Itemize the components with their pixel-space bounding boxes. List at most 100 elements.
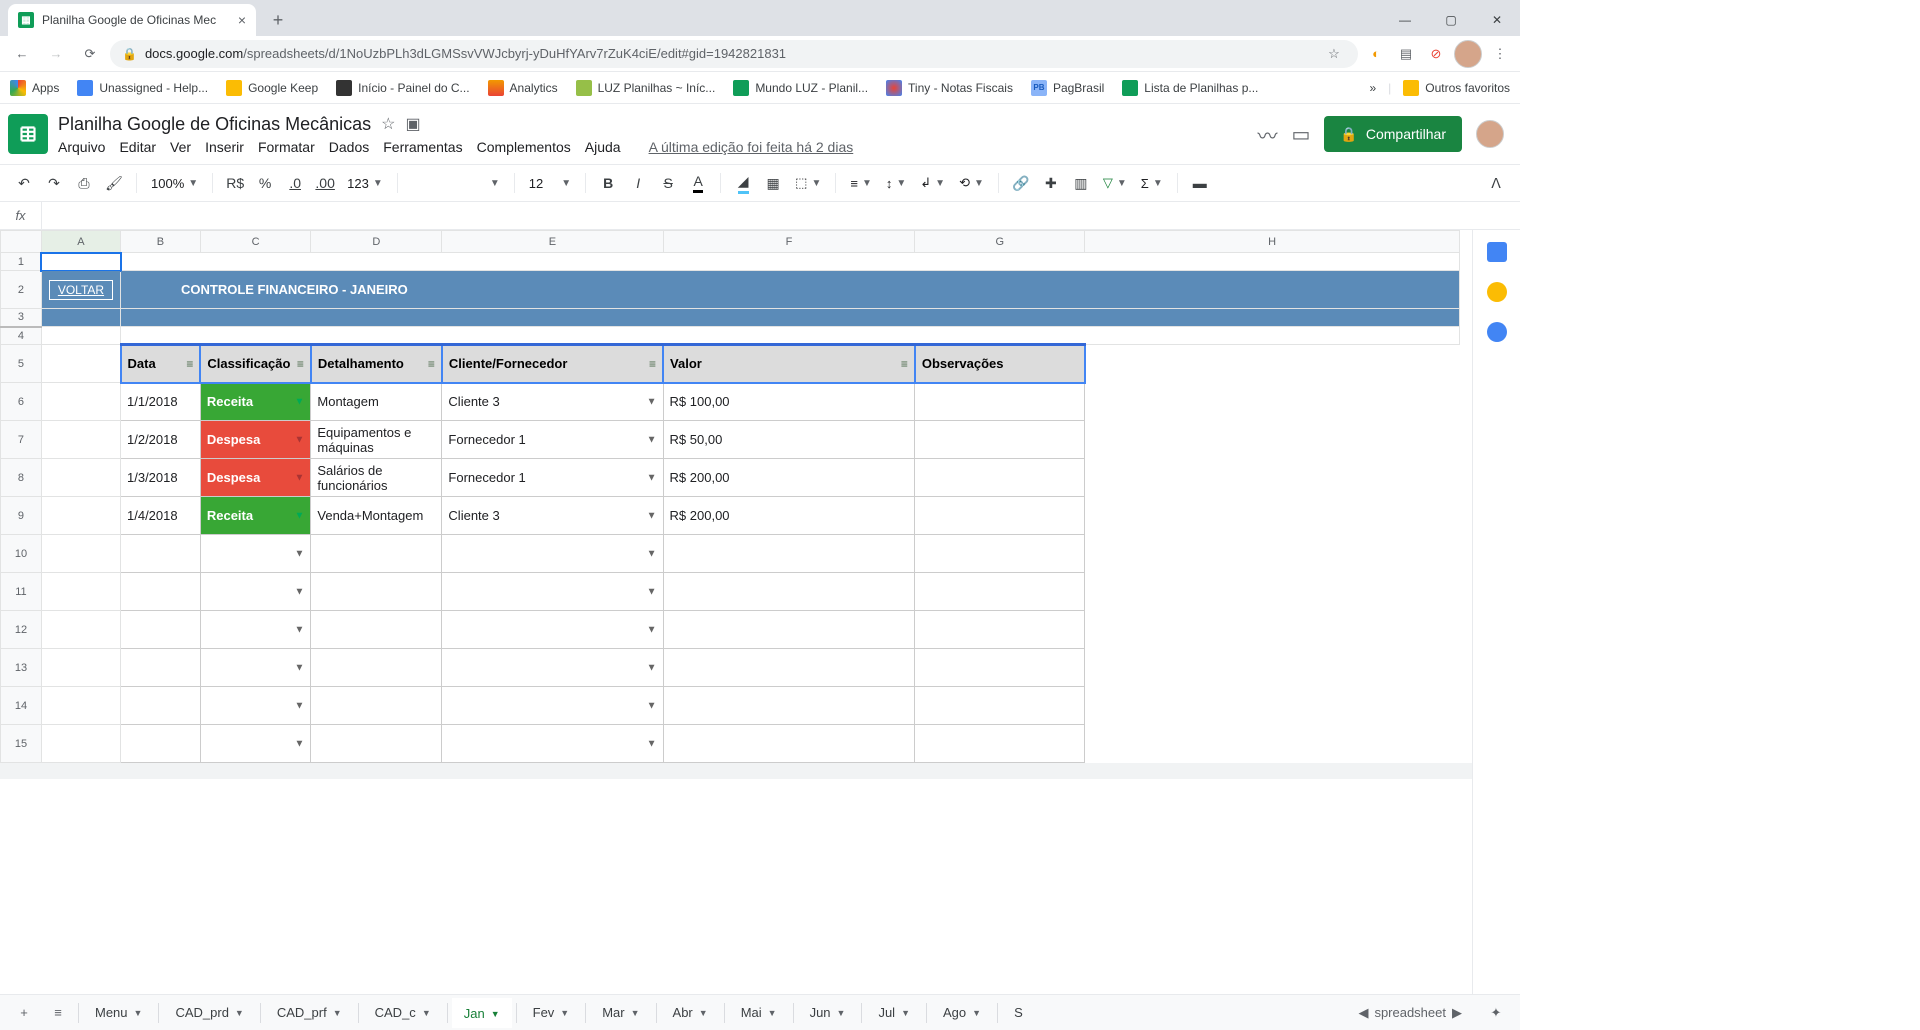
calendar-icon[interactable] <box>1487 242 1507 262</box>
add-sheet-button[interactable]: + <box>8 997 40 1029</box>
cell[interactable] <box>663 573 915 611</box>
bold-button[interactable]: B <box>594 169 622 197</box>
menu-arquivo[interactable]: Arquivo <box>58 139 105 155</box>
filter-icon[interactable]: ≡ <box>428 357 435 371</box>
cell[interactable]: ▼ <box>200 649 311 687</box>
cell[interactable] <box>311 611 442 649</box>
print-button[interactable]: ⎙ <box>70 169 98 197</box>
cell[interactable] <box>311 725 442 763</box>
bookmark-item[interactable]: Analytics <box>488 80 558 96</box>
dropdown-icon[interactable]: ▼ <box>647 586 657 597</box>
text-color-button[interactable]: A <box>684 169 712 197</box>
cell[interactable] <box>41 459 120 497</box>
menu-editar[interactable]: Editar <box>119 139 156 155</box>
obs-cell[interactable] <box>915 383 1085 421</box>
cell[interactable] <box>121 309 1460 327</box>
cell[interactable]: ▼ <box>442 535 663 573</box>
sheet-tab-jan[interactable]: Jan▼ <box>452 998 512 1028</box>
col-cliente[interactable]: Cliente/Fornecedor≡ <box>442 345 663 383</box>
row-header[interactable]: 13 <box>1 649 42 687</box>
v-align-button[interactable]: ↕▼ <box>880 176 912 191</box>
font-select[interactable]: ▼ <box>406 178 506 189</box>
cell[interactable] <box>915 535 1085 573</box>
sheet-tab-cad-prd[interactable]: CAD_prd▼ <box>163 998 255 1028</box>
cell[interactable] <box>121 535 201 573</box>
dropdown-icon[interactable]: ▼ <box>647 624 657 635</box>
profile-avatar[interactable] <box>1454 40 1482 68</box>
col-obs[interactable]: Observações <box>915 345 1085 383</box>
rotate-button[interactable]: ⟲▼ <box>953 175 990 191</box>
col-header[interactable]: G <box>915 231 1085 253</box>
address-bar[interactable]: 🔒 docs.google.com/spreadsheets/d/1NoUzbP… <box>110 40 1358 68</box>
row-header[interactable]: 6 <box>1 383 42 421</box>
data-cell[interactable]: 1/1/2018 <box>121 383 201 421</box>
keep-icon[interactable] <box>1487 282 1507 302</box>
dropdown-icon[interactable]: ▼ <box>294 472 304 483</box>
row-header[interactable]: 12 <box>1 611 42 649</box>
dropdown-icon[interactable]: ▼ <box>647 700 657 711</box>
filter-icon[interactable]: ≡ <box>901 357 908 371</box>
cell[interactable] <box>41 309 120 327</box>
sheet-tab-fev[interactable]: Fev▼ <box>521 998 582 1028</box>
bookmark-item[interactable]: Início - Painel do C... <box>336 80 469 96</box>
browser-tab[interactable]: ▦ Planilha Google de Oficinas Mec × <box>8 4 256 36</box>
cell[interactable] <box>311 535 442 573</box>
extension-icon-2[interactable]: ▤ <box>1394 42 1418 66</box>
cell[interactable] <box>663 535 915 573</box>
minimize-button[interactable]: — <box>1382 4 1428 36</box>
filter-button[interactable]: ▽▼ <box>1097 175 1133 191</box>
cell[interactable] <box>41 649 120 687</box>
bookmark-item[interactable]: Google Keep <box>226 80 318 96</box>
dropdown-icon[interactable]: ▼ <box>647 738 657 749</box>
cell[interactable]: ▼ <box>442 611 663 649</box>
dec-decrease-button[interactable]: .0 <box>281 169 309 197</box>
det-cell[interactable]: Venda+Montagem <box>311 497 442 535</box>
sheet-tab-jun[interactable]: Jun▼ <box>798 998 858 1028</box>
extension-icon-1[interactable]: ◐ <box>1364 42 1388 66</box>
row-header[interactable]: 15 <box>1 725 42 763</box>
cell[interactable] <box>41 327 120 345</box>
dropdown-icon[interactable]: ▼ <box>647 472 657 483</box>
close-tab-icon[interactable]: × <box>238 12 246 28</box>
extension-icon-3[interactable]: ⊘ <box>1424 42 1448 66</box>
cli-cell[interactable]: Fornecedor 1▼ <box>442 421 663 459</box>
cell[interactable]: ▼ <box>200 611 311 649</box>
col-header[interactable]: B <box>121 231 201 253</box>
cell[interactable] <box>311 649 442 687</box>
val-cell[interactable]: R$ 100,00 <box>663 383 915 421</box>
cell[interactable] <box>41 573 120 611</box>
cell[interactable]: ▼ <box>442 649 663 687</box>
banner-title[interactable]: CONTROLE FINANCEIRO - JANEIRO <box>121 271 1460 309</box>
bookmark-item[interactable]: Mundo LUZ - Planil... <box>733 80 868 96</box>
sheet-tab-menu[interactable]: Menu▼ <box>83 998 154 1028</box>
row-header[interactable]: 9 <box>1 497 42 535</box>
col-header[interactable]: E <box>442 231 663 253</box>
row-header[interactable]: 11 <box>1 573 42 611</box>
menu-ajuda[interactable]: Ajuda <box>585 139 621 155</box>
sheets-logo-icon[interactable] <box>8 114 48 154</box>
cell[interactable]: ▼ <box>442 687 663 725</box>
doc-title[interactable]: Planilha Google de Oficinas Mecânicas <box>58 114 371 135</box>
number-format-select[interactable]: 123▼ <box>341 176 389 191</box>
dropdown-icon[interactable]: ▼ <box>294 662 304 673</box>
filter-icon[interactable]: ≡ <box>186 357 193 371</box>
data-cell[interactable]: 1/4/2018 <box>121 497 201 535</box>
forward-button[interactable]: → <box>42 40 70 68</box>
dropdown-icon[interactable]: ▼ <box>294 434 304 445</box>
row-header[interactable]: 8 <box>1 459 42 497</box>
row-header[interactable]: 5 <box>1 345 42 383</box>
cell[interactable] <box>41 421 120 459</box>
dropdown-icon[interactable]: ▼ <box>294 396 304 407</box>
row-header[interactable]: 4 <box>1 327 42 345</box>
sheet-tab-overflow[interactable]: S <box>1002 998 1023 1028</box>
class-cell[interactable]: Receita▼ <box>200 383 311 421</box>
sheet-tab-ago[interactable]: Ago▼ <box>931 998 993 1028</box>
currency-button[interactable]: R$ <box>221 169 249 197</box>
data-cell[interactable]: 1/2/2018 <box>121 421 201 459</box>
menu-ver[interactable]: Ver <box>170 139 191 155</box>
dropdown-icon[interactable]: ▼ <box>294 548 304 559</box>
cell[interactable]: ▼ <box>200 725 311 763</box>
cell[interactable] <box>41 687 120 725</box>
dropdown-icon[interactable]: ▼ <box>647 510 657 521</box>
dropdown-icon[interactable]: ▼ <box>294 738 304 749</box>
